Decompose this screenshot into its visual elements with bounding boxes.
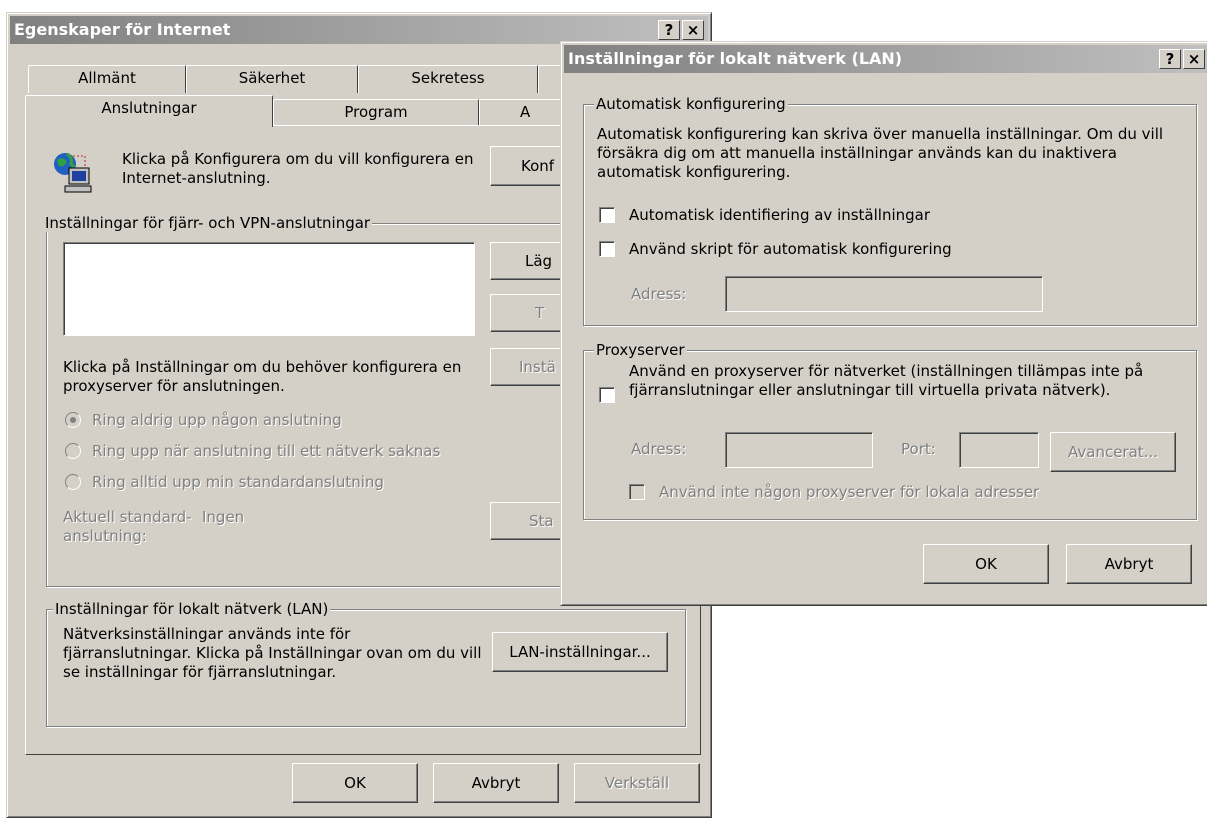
advanced-button[interactable]: Avancerat... — [1050, 432, 1176, 472]
script-address-label: Adress: — [631, 285, 687, 303]
network-globe-computer-icon — [51, 150, 95, 194]
internet-properties-titlebar[interactable]: Egenskaper för Internet ? × — [10, 16, 708, 44]
radio-never-dial-dot — [70, 417, 76, 423]
connections-listbox[interactable] — [63, 242, 475, 336]
lan-ok-button[interactable]: OK — [923, 544, 1049, 584]
radio-always-dial-label: Ring alltid upp min standardanslutning — [92, 473, 384, 491]
current-default-label: Aktuell standard- anslutning: — [63, 508, 192, 545]
use-proxy-label: Använd en proxyserver för nätverket (ins… — [629, 362, 1144, 399]
tab-privacy[interactable]: Sekretess — [358, 65, 538, 93]
lan-settings-button[interactable]: LAN-inställningar... — [492, 632, 668, 672]
close-button[interactable]: × — [682, 20, 704, 40]
lan-close-button[interactable]: × — [1183, 49, 1205, 69]
dialup-vpn-group-label: Inställningar för fjärr- och VPN-anslutn… — [43, 214, 373, 232]
radio-always-dial[interactable] — [65, 474, 81, 490]
proxy-address-label: Adress: — [631, 440, 687, 458]
lan-settings-title: Inställningar för lokalt nätverk (LAN) — [568, 49, 903, 68]
internet-properties-title: Egenskaper för Internet — [14, 20, 231, 39]
auto-config-group-label: Automatisk konfigurering — [594, 95, 788, 113]
auto-detect-label: Automatisk identifiering av inställninga… — [629, 206, 931, 224]
setup-description: Klicka på Konfigurera om du vill konfigu… — [122, 150, 474, 187]
proxy-description: Klicka på Inställningar om du behöver ko… — [63, 358, 462, 395]
lan-settings-group-label: Inställningar för lokalt nätverk (LAN) — [53, 600, 331, 618]
radio-never-dial[interactable] — [65, 412, 81, 428]
use-script-checkbox[interactable] — [599, 241, 615, 257]
port-label: Port: — [901, 440, 936, 458]
tab-security[interactable]: Säkerhet — [186, 65, 358, 93]
current-default-value: Ingen — [202, 508, 245, 526]
radio-dial-when-missing[interactable] — [65, 443, 81, 459]
auto-detect-checkbox[interactable] — [599, 207, 615, 223]
lan-description: Nätverksinställningar används inte för f… — [63, 625, 482, 681]
lan-cancel-button[interactable]: Avbryt — [1066, 544, 1192, 584]
use-script-label: Använd skript för automatisk konfigureri… — [629, 240, 952, 258]
help-button[interactable]: ? — [658, 20, 680, 40]
ok-button[interactable]: OK — [292, 763, 418, 803]
proxy-address-input[interactable] — [725, 432, 873, 468]
lan-settings-titlebar[interactable]: Inställningar för lokalt nätverk (LAN) ?… — [564, 45, 1207, 73]
auto-config-description: Automatisk konfigurering kan skriva över… — [597, 125, 1164, 181]
radio-dial-when-missing-label: Ring upp när anslutning till ett nätverk… — [92, 442, 441, 460]
bypass-local-label: Använd inte någon proxyserver för lokala… — [659, 483, 1040, 501]
radio-never-dial-label: Ring aldrig upp någon anslutning — [92, 411, 342, 429]
tab-general[interactable]: Allmänt — [28, 65, 186, 93]
bypass-local-checkbox[interactable] — [629, 484, 645, 500]
use-proxy-checkbox[interactable] — [599, 387, 615, 403]
lan-settings-dialog: Inställningar för lokalt nätverk (LAN) ?… — [560, 41, 1207, 606]
tab-connections[interactable]: Anslutningar — [25, 95, 273, 127]
apply-button[interactable]: Verkställ — [574, 763, 700, 803]
tab-programs[interactable]: Program — [273, 99, 479, 127]
script-address-input[interactable] — [725, 276, 1043, 312]
proxy-server-group-label: Proxyserver — [594, 341, 687, 359]
cancel-button[interactable]: Avbryt — [433, 763, 559, 803]
lan-help-button[interactable]: ? — [1159, 49, 1181, 69]
port-input[interactable] — [959, 432, 1039, 468]
